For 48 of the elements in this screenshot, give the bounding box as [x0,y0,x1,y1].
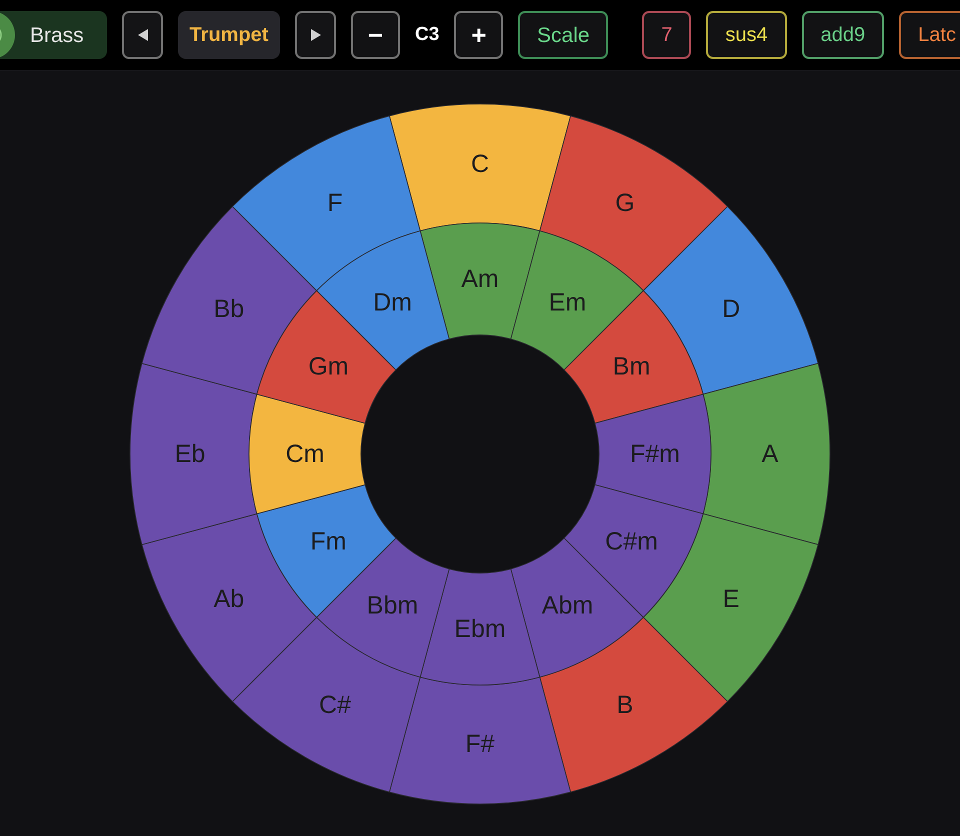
chord-label: G [615,188,635,216]
chord-label: Abm [542,591,594,620]
major-chord-segment[interactable] [130,362,258,544]
chord-label: F#m [630,440,680,468]
chord-label: F# [465,730,495,758]
octave-up-button[interactable]: + [454,11,504,59]
major-chord-segment[interactable] [539,616,728,792]
scale-button[interactable]: Scale [518,11,608,59]
chord-label: Gm [308,352,349,380]
chord-label: Am [461,264,499,292]
toggle-button[interactable]: sus4 [706,11,787,59]
minor-chord-segment[interactable] [248,393,366,514]
toggle-button[interactable]: add9 [802,11,884,59]
minor-chord-segment[interactable] [420,222,540,339]
chord-label: E [722,584,740,612]
chord-label: Dm [373,288,412,316]
chord-label: A [762,440,778,468]
category-button[interactable]: Brass [0,11,107,59]
chord-label: Bbm [366,591,418,620]
chord-label: Ab [214,584,244,612]
toggle-button[interactable]: 7 [642,11,692,59]
major-chord-segment[interactable] [539,115,728,291]
chord-label: Bb [214,294,244,322]
chord-label: Cm [286,440,324,468]
minor-chord-segment[interactable] [594,393,712,514]
instrument-button[interactable]: Trumpet [178,11,280,59]
left-triangle-icon [138,29,148,41]
chord-label: F [327,188,343,216]
toggle-button[interactable]: Latc [899,11,960,59]
chord-label: Fm [310,527,346,555]
octave-down-button[interactable]: − [351,11,400,59]
next-button[interactable] [295,11,336,59]
chord-label: C#m [605,527,658,555]
right-triangle-icon [310,29,320,41]
chord-label: D [722,294,740,322]
chord-label: Em [548,288,586,316]
major-chord-segment[interactable] [702,362,830,544]
major-chord-segment[interactable] [389,104,571,231]
chord-label: Ebm [454,614,506,642]
chord-label: C# [319,690,351,719]
octave-label: C3 [415,24,440,46]
previous-button[interactable] [122,11,163,59]
major-chord-segment[interactable] [389,676,571,804]
major-chord-segment[interactable] [232,115,421,291]
chord-label: C [470,150,490,178]
chord-label: Bm [612,352,650,380]
chord-label: Eb [174,440,206,468]
chord-label: B [616,690,634,719]
